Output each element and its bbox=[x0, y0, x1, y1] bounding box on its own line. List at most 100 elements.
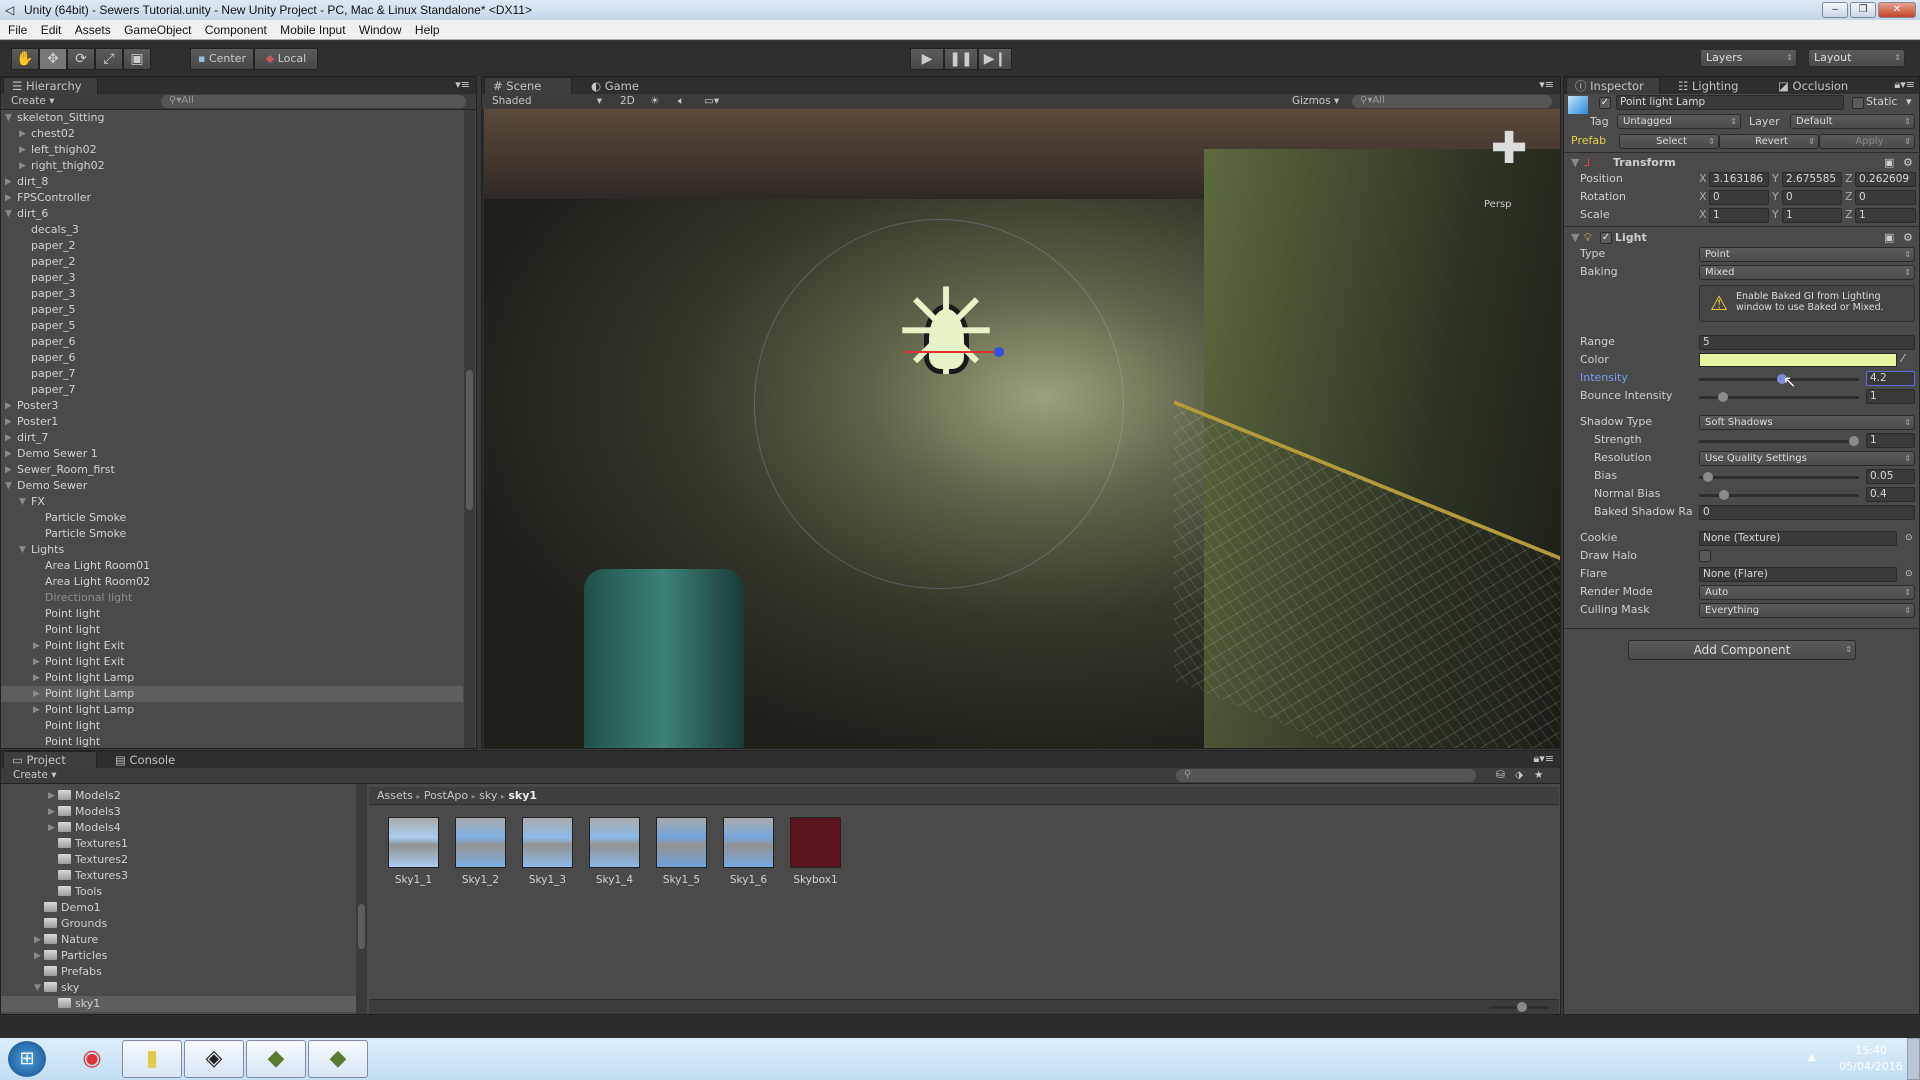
hierarchy-item[interactable]: ▼ Demo Sewer bbox=[1, 478, 463, 494]
hierarchy-item[interactable]: ▶ chest02 bbox=[1, 126, 463, 142]
hierarchy-item[interactable]: ▼ skeleton_Sitting bbox=[1, 110, 463, 126]
hierarchy-search-input[interactable]: ⚲▾All bbox=[161, 95, 466, 108]
expand-closed-icon[interactable]: ▶ bbox=[19, 158, 26, 174]
hierarchy-item[interactable]: paper_6 bbox=[1, 350, 463, 366]
shading-dropdown[interactable]: Shaded ▾ bbox=[492, 94, 602, 109]
hierarchy-item[interactable]: ▶ FPSController bbox=[1, 190, 463, 206]
panel-menu-icon[interactable]: ▾≡ bbox=[1539, 78, 1554, 91]
hierarchy-item[interactable]: paper_3 bbox=[1, 286, 463, 302]
asset-label[interactable]: Sky1_2 bbox=[447, 874, 514, 886]
hierarchy-item[interactable]: Point light bbox=[1, 718, 463, 734]
tab-occlusion[interactable]: ◪ Occlusion bbox=[1769, 77, 1859, 94]
layers-dropdown[interactable]: Layers bbox=[1700, 49, 1797, 67]
hierarchy-item[interactable]: ▼ dirt_6 bbox=[1, 206, 463, 222]
hierarchy-item[interactable]: Area Light Room02 bbox=[1, 574, 463, 590]
asset-label[interactable]: Sky1_3 bbox=[514, 874, 581, 886]
hierarchy-item[interactable]: ▶ Sewer_Room_first bbox=[1, 462, 463, 478]
hierarchy-item[interactable]: ▶ Poster3 bbox=[1, 398, 463, 414]
asset-thumbnail[interactable] bbox=[455, 817, 506, 868]
hierarchy-item[interactable]: ▶ Point light Exit bbox=[1, 654, 463, 670]
hierarchy-item[interactable]: paper_3 bbox=[1, 270, 463, 286]
scene-lighting-icon[interactable]: ☀ bbox=[650, 94, 659, 109]
close-button[interactable]: ✕ bbox=[1878, 2, 1916, 18]
layout-dropdown[interactable]: Layout bbox=[1808, 49, 1905, 67]
hierarchy-item[interactable]: ▼ Lights bbox=[1, 542, 463, 558]
asset-label[interactable]: Sky1_5 bbox=[648, 874, 715, 886]
asset-thumbnail[interactable] bbox=[723, 817, 774, 868]
move-gizmo-x-axis[interactable] bbox=[904, 351, 994, 353]
expand-open-icon[interactable]: ▼ bbox=[5, 478, 12, 494]
panel-menu-icon[interactable]: ▾≡ bbox=[455, 78, 470, 91]
show-desktop-button[interactable] bbox=[1907, 1038, 1920, 1080]
hierarchy-item[interactable]: ▶ Point light Exit bbox=[1, 638, 463, 654]
app-1-icon[interactable]: ◆ bbox=[246, 1040, 306, 1078]
menu-help[interactable]: Help bbox=[415, 23, 440, 37]
scene-effects-icon[interactable]: ▭▾ bbox=[704, 94, 719, 109]
move-tool-icon[interactable]: ✥ bbox=[39, 48, 67, 70]
asset-thumbnail[interactable] bbox=[388, 817, 439, 868]
chrome-icon[interactable]: ◉ bbox=[62, 1040, 122, 1078]
gizmos-dropdown[interactable]: Gizmos ▾ bbox=[1292, 94, 1339, 109]
asset-thumbnail[interactable] bbox=[589, 817, 640, 868]
hierarchy-scrollbar[interactable] bbox=[464, 110, 475, 748]
file-explorer-icon[interactable]: ▮ bbox=[122, 1040, 182, 1078]
rect-tool-icon[interactable]: ▣ bbox=[123, 48, 151, 70]
hierarchy-item[interactable]: paper_6 bbox=[1, 334, 463, 350]
pause-button[interactable]: ❚❚ bbox=[944, 48, 978, 70]
hierarchy-item[interactable]: paper_5 bbox=[1, 318, 463, 334]
pivot-center-button[interactable]: ▪ Center bbox=[190, 48, 254, 70]
minimize-button[interactable]: – bbox=[1822, 2, 1848, 18]
menu-assets[interactable]: Assets bbox=[75, 23, 111, 37]
expand-closed-icon[interactable]: ▶ bbox=[5, 430, 12, 446]
expand-open-icon[interactable]: ▼ bbox=[5, 206, 12, 222]
hierarchy-item[interactable]: ▶ Point light Lamp bbox=[1, 686, 463, 702]
scene-audio-icon[interactable]: 🔈︎ bbox=[678, 94, 684, 109]
hierarchy-item[interactable]: ▶ Point light Lamp bbox=[1, 670, 463, 686]
tab-lighting[interactable]: ☷ Lighting bbox=[1669, 77, 1759, 94]
hierarchy-item[interactable]: ▶ dirt_7 bbox=[1, 430, 463, 446]
expand-closed-icon[interactable]: ▶ bbox=[5, 462, 12, 478]
asset-label[interactable]: Skybox1 bbox=[782, 874, 849, 886]
hierarchy-item[interactable]: Point light bbox=[1, 734, 463, 748]
scene-orientation-gizmo[interactable]: ✚ bbox=[1474, 123, 1544, 193]
step-button[interactable]: ▶❙ bbox=[978, 48, 1012, 70]
scene-search-input[interactable]: ⚲▾All bbox=[1352, 95, 1552, 108]
hierarchy-item[interactable]: ▶ Poster1 bbox=[1, 414, 463, 430]
hand-tool-icon[interactable]: ✋ bbox=[11, 48, 39, 70]
expand-closed-icon[interactable]: ▶ bbox=[33, 702, 40, 718]
hierarchy-item[interactable]: ▶ dirt_8 bbox=[1, 174, 463, 190]
expand-closed-icon[interactable]: ▶ bbox=[33, 670, 40, 686]
expand-closed-icon[interactable]: ▶ bbox=[5, 414, 12, 430]
menu-gameobject[interactable]: GameObject bbox=[124, 23, 191, 37]
tray-expand-icon[interactable]: ▲ bbox=[1808, 1052, 1816, 1063]
clock-time[interactable]: 15:40 bbox=[1840, 1044, 1902, 1057]
unity-icon[interactable]: ◈ bbox=[184, 1040, 244, 1078]
clock-date[interactable]: 05/04/2016 bbox=[1834, 1060, 1908, 1073]
rotate-tool-icon[interactable]: ⟳ bbox=[67, 48, 95, 70]
asset-thumbnail[interactable] bbox=[656, 817, 707, 868]
asset-label[interactable]: Sky1_1 bbox=[380, 874, 447, 886]
tab-hierarchy[interactable]: ☰ Hierarchy bbox=[3, 77, 98, 94]
expand-closed-icon[interactable]: ▶ bbox=[5, 174, 12, 190]
hierarchy-item[interactable]: decals_3 bbox=[1, 222, 463, 238]
hierarchy-item[interactable]: Area Light Room01 bbox=[1, 558, 463, 574]
hierarchy-item[interactable]: Point light bbox=[1, 606, 463, 622]
asset-label[interactable]: Sky1_6 bbox=[715, 874, 782, 886]
hierarchy-item[interactable]: ▶ left_thigh02 bbox=[1, 142, 463, 158]
hierarchy-item[interactable]: ▶ right_thigh02 bbox=[1, 158, 463, 174]
hierarchy-item[interactable]: Particle Smoke bbox=[1, 526, 463, 542]
hierarchy-item[interactable]: Point light bbox=[1, 622, 463, 638]
menu-component[interactable]: Component bbox=[205, 23, 267, 37]
expand-closed-icon[interactable]: ▶ bbox=[5, 446, 12, 462]
play-button[interactable]: ▶ bbox=[910, 48, 944, 70]
asset-thumbnail[interactable] bbox=[790, 817, 841, 868]
asset-thumbnail[interactable] bbox=[522, 817, 573, 868]
hierarchy-item[interactable]: ▶ Demo Sewer 1 bbox=[1, 446, 463, 462]
lock-icon[interactable]: 🔒︎▾≡ bbox=[1894, 78, 1915, 92]
expand-closed-icon[interactable]: ▶ bbox=[19, 126, 26, 142]
expand-closed-icon[interactable]: ▶ bbox=[5, 398, 12, 414]
hierarchy-item[interactable]: ▶ Point light Lamp bbox=[1, 702, 463, 718]
expand-closed-icon[interactable]: ▶ bbox=[33, 654, 40, 670]
2d-toggle[interactable]: 2D bbox=[620, 94, 635, 109]
slider-knob[interactable] bbox=[1517, 1002, 1527, 1012]
